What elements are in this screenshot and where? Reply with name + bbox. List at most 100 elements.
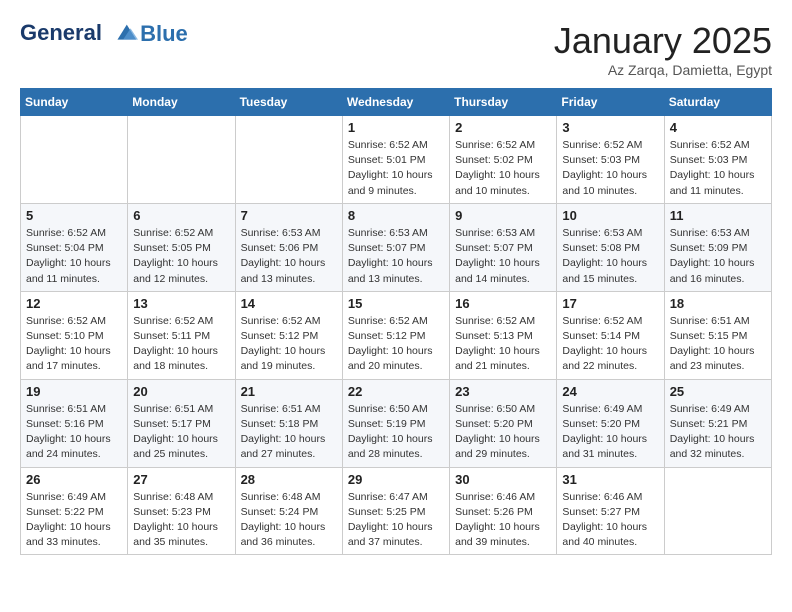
- day-number: 26: [26, 472, 122, 487]
- calendar-cell: 27Sunrise: 6:48 AM Sunset: 5:23 PM Dayli…: [128, 467, 235, 555]
- day-number: 3: [562, 120, 658, 135]
- calendar-cell: 17 Sunrise: 6:52 AM Sunset: 5:14 PM Dayli…: [557, 291, 664, 379]
- weekday-header-thursday: Thursday: [450, 89, 557, 116]
- calendar-cell: 2 Sunrise: 6:52 AM Sunset: 5:02 PM Daylig…: [450, 116, 557, 204]
- week-row-1: 1Sunrise: 6:52 AM Sunset: 5:01 PM Daylig…: [21, 116, 772, 204]
- calendar-cell: 31 Sunrise: 6:46 AM Sunset: 5:27 PM Dayli…: [557, 467, 664, 555]
- calendar-cell: [128, 116, 235, 204]
- day-number: 6: [133, 208, 229, 223]
- day-number: 23: [455, 384, 551, 399]
- location-subtitle: Az Zarqa, Damietta, Egypt: [554, 62, 772, 78]
- day-info: Sunrise: 6:46 AM Sunset: 5:27 PM Dayligh…: [562, 490, 658, 551]
- day-number: 12: [26, 296, 122, 311]
- page-header: General Blue January 2025 Az Zarqa, Dami…: [20, 20, 772, 78]
- calendar-cell: 12Sunrise: 6:52 AM Sunset: 5:10 PM Dayli…: [21, 291, 128, 379]
- calendar-cell: 21 Sunrise: 6:51 AM Sunset: 5:18 PM Dayli…: [235, 379, 342, 467]
- day-info: Sunrise: 6:52 AM Sunset: 5:12 PM Dayligh…: [348, 314, 444, 375]
- day-number: 4: [670, 120, 766, 135]
- weekday-header-tuesday: Tuesday: [235, 89, 342, 116]
- day-number: 14: [241, 296, 337, 311]
- day-info: Sunrise: 6:53 AM Sunset: 5:06 PM Dayligh…: [241, 226, 337, 287]
- day-info: Sunrise: 6:52 AM Sunset: 5:03 PM Dayligh…: [562, 138, 658, 199]
- calendar-cell: [664, 467, 771, 555]
- day-number: 18: [670, 296, 766, 311]
- weekday-header-row: SundayMondayTuesdayWednesdayThursdayFrid…: [21, 89, 772, 116]
- calendar-cell: 13 Sunrise: 6:52 AM Sunset: 5:11 PM Dayli…: [128, 291, 235, 379]
- title-block: January 2025 Az Zarqa, Damietta, Egypt: [554, 20, 772, 78]
- day-info: Sunrise: 6:51 AM Sunset: 5:15 PM Dayligh…: [670, 314, 766, 375]
- calendar-cell: 24 Sunrise: 6:49 AM Sunset: 5:20 PM Dayli…: [557, 379, 664, 467]
- day-info: Sunrise: 6:49 AM Sunset: 5:21 PM Dayligh…: [670, 402, 766, 463]
- calendar-cell: [235, 116, 342, 204]
- day-number: 28: [241, 472, 337, 487]
- day-info: Sunrise: 6:52 AM Sunset: 5:13 PM Dayligh…: [455, 314, 551, 375]
- day-info: Sunrise: 6:52 AM Sunset: 5:11 PM Dayligh…: [133, 314, 229, 375]
- calendar-cell: 9Sunrise: 6:53 AM Sunset: 5:07 PM Daylig…: [450, 203, 557, 291]
- calendar-cell: 4 Sunrise: 6:52 AM Sunset: 5:03 PM Daylig…: [664, 116, 771, 204]
- calendar-cell: 28 Sunrise: 6:48 AM Sunset: 5:24 PM Dayli…: [235, 467, 342, 555]
- day-info: Sunrise: 6:52 AM Sunset: 5:02 PM Dayligh…: [455, 138, 551, 199]
- day-number: 24: [562, 384, 658, 399]
- calendar-cell: 22 Sunrise: 6:50 AM Sunset: 5:19 PM Dayli…: [342, 379, 449, 467]
- day-info: Sunrise: 6:46 AM Sunset: 5:26 PM Dayligh…: [455, 490, 551, 551]
- week-row-3: 12Sunrise: 6:52 AM Sunset: 5:10 PM Dayli…: [21, 291, 772, 379]
- day-number: 20: [133, 384, 229, 399]
- day-info: Sunrise: 6:52 AM Sunset: 5:12 PM Dayligh…: [241, 314, 337, 375]
- day-info: Sunrise: 6:52 AM Sunset: 5:01 PM Dayligh…: [348, 138, 444, 199]
- day-number: 2: [455, 120, 551, 135]
- weekday-header-friday: Friday: [557, 89, 664, 116]
- weekday-header-monday: Monday: [128, 89, 235, 116]
- day-info: Sunrise: 6:53 AM Sunset: 5:08 PM Dayligh…: [562, 226, 658, 287]
- month-title: January 2025: [554, 20, 772, 62]
- calendar-table: SundayMondayTuesdayWednesdayThursdayFrid…: [20, 88, 772, 555]
- day-number: 17: [562, 296, 658, 311]
- day-info: Sunrise: 6:51 AM Sunset: 5:17 PM Dayligh…: [133, 402, 229, 463]
- calendar-cell: [21, 116, 128, 204]
- calendar-cell: 5Sunrise: 6:52 AM Sunset: 5:04 PM Daylig…: [21, 203, 128, 291]
- day-info: Sunrise: 6:50 AM Sunset: 5:19 PM Dayligh…: [348, 402, 444, 463]
- day-number: 16: [455, 296, 551, 311]
- day-number: 31: [562, 472, 658, 487]
- calendar-cell: 8Sunrise: 6:53 AM Sunset: 5:07 PM Daylig…: [342, 203, 449, 291]
- day-number: 22: [348, 384, 444, 399]
- logo: General Blue: [20, 20, 188, 48]
- day-number: 19: [26, 384, 122, 399]
- weekday-header-saturday: Saturday: [664, 89, 771, 116]
- day-number: 21: [241, 384, 337, 399]
- week-row-4: 19 Sunrise: 6:51 AM Sunset: 5:16 PM Dayli…: [21, 379, 772, 467]
- calendar-cell: 11 Sunrise: 6:53 AM Sunset: 5:09 PM Dayli…: [664, 203, 771, 291]
- day-info: Sunrise: 6:53 AM Sunset: 5:09 PM Dayligh…: [670, 226, 766, 287]
- day-info: Sunrise: 6:48 AM Sunset: 5:23 PM Dayligh…: [133, 490, 229, 551]
- day-number: 8: [348, 208, 444, 223]
- day-info: Sunrise: 6:47 AM Sunset: 5:25 PM Dayligh…: [348, 490, 444, 551]
- calendar-cell: 18 Sunrise: 6:51 AM Sunset: 5:15 PM Dayli…: [664, 291, 771, 379]
- calendar-cell: 3 Sunrise: 6:52 AM Sunset: 5:03 PM Daylig…: [557, 116, 664, 204]
- calendar-cell: 10 Sunrise: 6:53 AM Sunset: 5:08 PM Dayli…: [557, 203, 664, 291]
- logo-blue: Blue: [140, 22, 188, 46]
- day-info: Sunrise: 6:48 AM Sunset: 5:24 PM Dayligh…: [241, 490, 337, 551]
- day-number: 5: [26, 208, 122, 223]
- day-info: Sunrise: 6:53 AM Sunset: 5:07 PM Dayligh…: [455, 226, 551, 287]
- day-number: 25: [670, 384, 766, 399]
- day-number: 10: [562, 208, 658, 223]
- week-row-5: 26Sunrise: 6:49 AM Sunset: 5:22 PM Dayli…: [21, 467, 772, 555]
- day-number: 13: [133, 296, 229, 311]
- day-info: Sunrise: 6:52 AM Sunset: 5:14 PM Dayligh…: [562, 314, 658, 375]
- day-number: 30: [455, 472, 551, 487]
- day-info: Sunrise: 6:50 AM Sunset: 5:20 PM Dayligh…: [455, 402, 551, 463]
- day-number: 15: [348, 296, 444, 311]
- day-number: 11: [670, 208, 766, 223]
- calendar-cell: 26Sunrise: 6:49 AM Sunset: 5:22 PM Dayli…: [21, 467, 128, 555]
- calendar-cell: 30 Sunrise: 6:46 AM Sunset: 5:26 PM Dayli…: [450, 467, 557, 555]
- day-info: Sunrise: 6:52 AM Sunset: 5:03 PM Dayligh…: [670, 138, 766, 199]
- day-info: Sunrise: 6:51 AM Sunset: 5:16 PM Dayligh…: [26, 402, 122, 463]
- day-info: Sunrise: 6:52 AM Sunset: 5:05 PM Dayligh…: [133, 226, 229, 287]
- weekday-header-sunday: Sunday: [21, 89, 128, 116]
- day-number: 7: [241, 208, 337, 223]
- calendar-cell: 1Sunrise: 6:52 AM Sunset: 5:01 PM Daylig…: [342, 116, 449, 204]
- day-info: Sunrise: 6:49 AM Sunset: 5:20 PM Dayligh…: [562, 402, 658, 463]
- day-info: Sunrise: 6:51 AM Sunset: 5:18 PM Dayligh…: [241, 402, 337, 463]
- calendar-cell: 20 Sunrise: 6:51 AM Sunset: 5:17 PM Dayli…: [128, 379, 235, 467]
- calendar-cell: 29Sunrise: 6:47 AM Sunset: 5:25 PM Dayli…: [342, 467, 449, 555]
- calendar-cell: 7 Sunrise: 6:53 AM Sunset: 5:06 PM Daylig…: [235, 203, 342, 291]
